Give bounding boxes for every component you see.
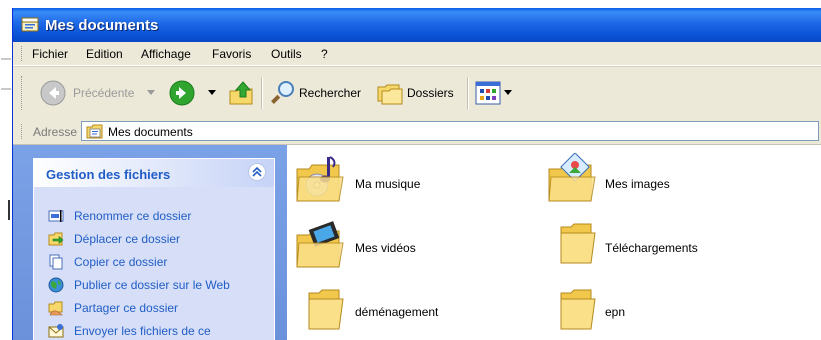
- back-button[interactable]: Précédente: [39, 79, 157, 107]
- folder-name: Mes vidéos: [355, 241, 416, 255]
- folder-icon: [560, 289, 596, 330]
- email-icon: [48, 324, 64, 338]
- desktop-edge: [0, 0, 12, 340]
- folder-icon: [560, 223, 596, 264]
- globe-icon: [48, 277, 64, 293]
- task-label: Envoyer les fichiers de ce dossier par c…: [74, 324, 211, 340]
- rename-icon: [48, 210, 64, 222]
- folder-name: Mes images: [605, 177, 670, 191]
- file-list: Ma musique Mes images Mes vidéos Télécha…: [287, 145, 821, 340]
- folder-window-icon: [21, 17, 39, 32]
- pictures-folder-icon: [548, 153, 596, 202]
- search-icon: [271, 81, 294, 104]
- folders-icon: [377, 84, 403, 105]
- back-label: Précédente: [73, 86, 135, 100]
- edge-mark: [8, 200, 10, 220]
- standard-toolbar: Précédente Rechercher Dossiers: [13, 66, 821, 120]
- folder-item-telechargements[interactable]: Téléchargements: [547, 219, 767, 277]
- address-grip[interactable]: [21, 124, 24, 139]
- folder-name: déménagement: [355, 305, 439, 319]
- collapse-button[interactable]: [248, 163, 266, 181]
- title-bar[interactable]: Mes documents: [13, 8, 821, 42]
- menu-fichier[interactable]: Fichier: [32, 47, 68, 61]
- chevron-down-icon: [208, 90, 216, 95]
- my-documents-icon: [86, 124, 103, 139]
- menu-help[interactable]: ?: [321, 47, 328, 61]
- task-label: Renommer ce dossier: [74, 209, 192, 223]
- copy-icon: [49, 254, 63, 270]
- double-chevron-up-icon: [252, 166, 262, 177]
- task-label: Publier ce dossier sur le Web: [74, 278, 230, 292]
- address-label: Adresse: [33, 125, 78, 139]
- folders-button[interactable]: Dossiers: [377, 79, 463, 107]
- menu-edition[interactable]: Edition: [86, 47, 123, 61]
- folder-item-ma-musique[interactable]: Ma musique: [295, 153, 495, 211]
- folders-label: Dossiers: [407, 86, 454, 100]
- move-folder-icon: [48, 232, 64, 246]
- panel-header[interactable]: Gestion des fichiers: [34, 159, 274, 187]
- up-folder-icon: [229, 81, 253, 105]
- edge-mark: [1, 88, 11, 90]
- menu-affichage[interactable]: Affichage: [141, 47, 191, 61]
- music-folder-icon: [296, 156, 344, 202]
- window-title: Mes documents: [45, 17, 159, 34]
- explorer-window: Mes documents Fichier Edition Affichage …: [12, 8, 821, 340]
- back-arrow-icon: [40, 80, 66, 106]
- folder-item-mes-images[interactable]: Mes images: [547, 153, 747, 211]
- folder-name: epn: [605, 305, 626, 319]
- menu-favoris[interactable]: Favoris: [212, 47, 251, 61]
- forward-button[interactable]: [168, 79, 218, 107]
- views-icon: [475, 81, 501, 105]
- menu-grip[interactable]: [21, 46, 24, 61]
- toolbar-grip[interactable]: [21, 76, 24, 110]
- up-folder-button[interactable]: [227, 79, 255, 107]
- edge-mark: [1, 58, 11, 60]
- folder-item-epn[interactable]: epn: [547, 285, 747, 337]
- address-bar: Adresse Mes documents: [13, 119, 821, 145]
- chevron-down-icon: [504, 90, 512, 95]
- share-icon: [48, 301, 63, 316]
- task-label: Déplacer ce dossier: [74, 232, 181, 246]
- menu-bar: Fichier Edition Affichage Favoris Outils…: [13, 42, 821, 66]
- views-button[interactable]: [475, 80, 513, 106]
- forward-arrow-icon: [169, 80, 195, 106]
- panel-title: Gestion des fichiers: [46, 167, 171, 182]
- chevron-down-icon: [147, 90, 155, 95]
- task-pane: Gestion des fichiers Renommer ce dossier: [13, 145, 287, 340]
- search-label: Rechercher: [299, 86, 362, 100]
- address-value: Mes documents: [108, 125, 193, 139]
- task-label: Partager ce dossier: [74, 301, 179, 315]
- folder-icon: [308, 289, 344, 330]
- file-tasks-panel: Gestion des fichiers Renommer ce dossier: [33, 158, 275, 340]
- folder-name: Ma musique: [355, 177, 421, 191]
- toolbar-separator: [261, 77, 263, 109]
- menu-outils[interactable]: Outils: [271, 47, 302, 61]
- folder-item-demenagement[interactable]: déménagement: [295, 285, 515, 337]
- task-label: Copier ce dossier: [74, 255, 168, 269]
- folder-item-mes-videos[interactable]: Mes vidéos: [295, 219, 495, 277]
- toolbar-separator: [467, 77, 469, 109]
- search-button[interactable]: Rechercher: [271, 79, 369, 107]
- videos-folder-icon: [296, 221, 344, 268]
- folder-name: Téléchargements: [605, 241, 698, 255]
- address-input[interactable]: Mes documents: [81, 121, 819, 141]
